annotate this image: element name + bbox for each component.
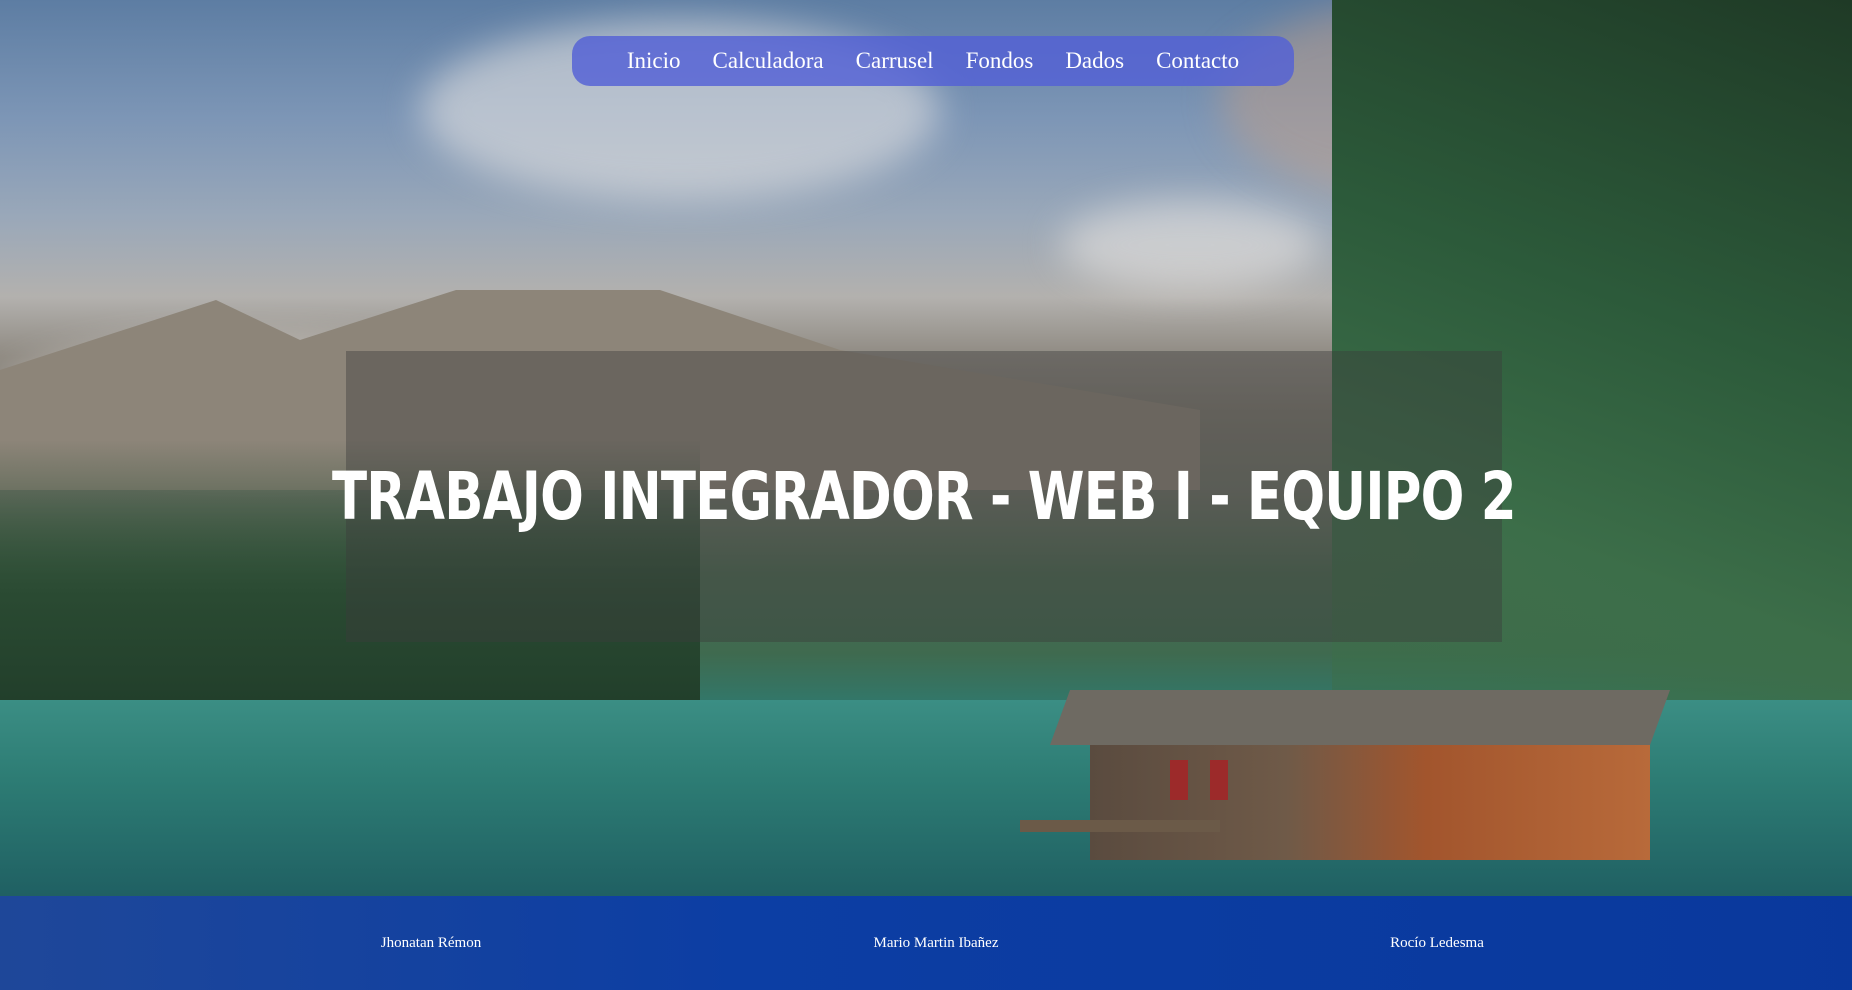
nav-link-fondos[interactable]: Fondos — [950, 36, 1050, 86]
nav-link-carrusel[interactable]: Carrusel — [840, 36, 950, 86]
nav-link-inicio[interactable]: Inicio — [611, 36, 697, 86]
footer-member-name: Mario Martin Ibañez — [873, 935, 999, 951]
footer-member-name: Jhonatan Rémon — [380, 935, 482, 951]
nav-link-dados[interactable]: Dados — [1049, 36, 1140, 86]
hero-banner: Trabajo Integrador - Web I - Equipo 2 — [332, 351, 1517, 642]
main-nav: Inicio Calculadora Carrusel Fondos Dados… — [572, 36, 1294, 86]
page: Inicio Calculadora Carrusel Fondos Dados… — [0, 0, 1852, 990]
footer: Jhonatan Rémon Mario Martin Ibañez Rocío… — [0, 896, 1852, 990]
footer-member-name: Rocío Ledesma — [1390, 935, 1484, 951]
nav-link-contacto[interactable]: Contacto — [1140, 36, 1255, 86]
page-title: Trabajo Integrador - Web I - Equipo 2 — [332, 458, 1517, 535]
nav-link-calculadora[interactable]: Calculadora — [697, 36, 840, 86]
